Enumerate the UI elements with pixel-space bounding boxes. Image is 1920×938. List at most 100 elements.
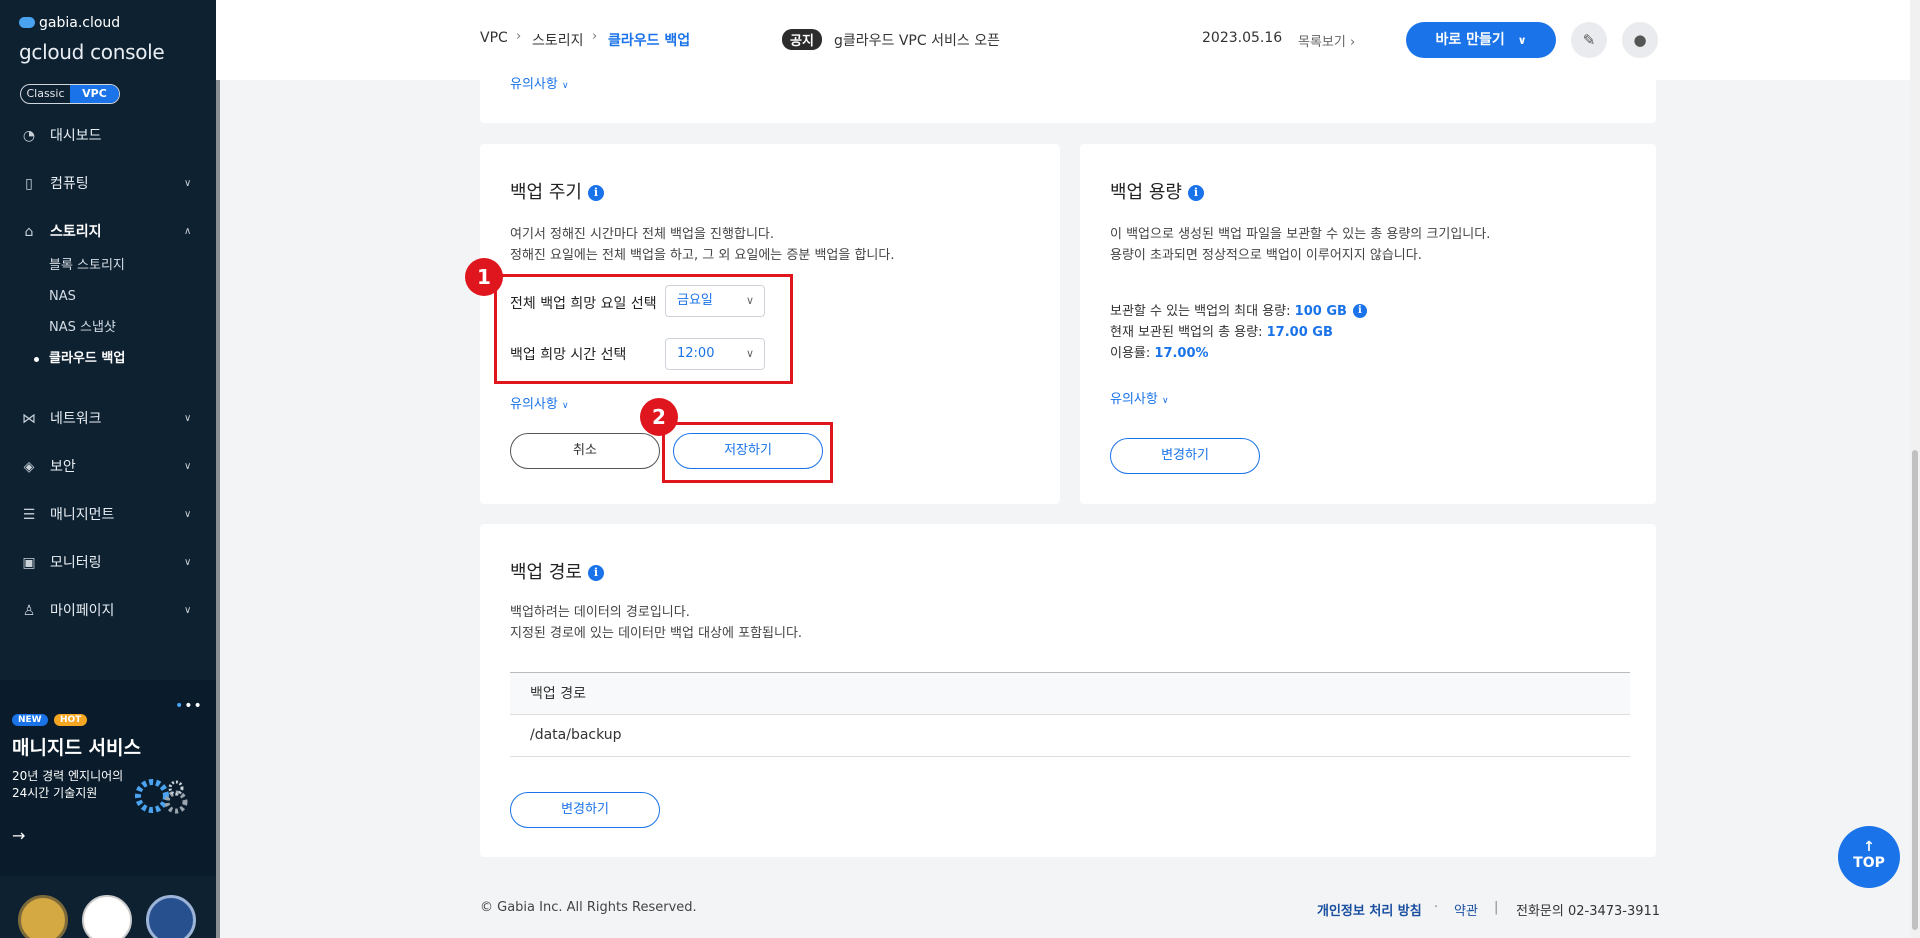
caution-label: 유의사항 <box>1110 392 1158 407</box>
hot-badge: HOT <box>54 714 88 726</box>
info-icon[interactable]: i <box>587 565 604 581</box>
arrow-up-icon: ↑ <box>1863 839 1875 855</box>
notice-badge: 공지 <box>782 29 822 50</box>
sidebar-sub-nas[interactable]: NAS <box>49 287 76 307</box>
change-capacity-button[interactable]: 변경하기 <box>1110 438 1260 474</box>
chevron-up-icon: ∧ <box>184 226 192 237</box>
backup-capacity-title: 백업 용량 i <box>1110 178 1204 204</box>
cloud-logo-icon <box>19 17 35 28</box>
top-button-label: TOP <box>1853 855 1885 871</box>
sidebar-item-label: 모니터링 <box>50 555 102 571</box>
backup-path-title: 백업 경로 i <box>510 558 604 584</box>
stat-label: 보관할 수 있는 백업의 최대 용량: <box>1110 304 1291 319</box>
mode-toggle[interactable]: Classic VPC <box>20 84 120 104</box>
chevron-right-icon: › <box>516 29 522 44</box>
backup-path-card: 백업 경로 i 백업하려는 데이터의 경로입니다. 지정된 경로에 있는 데이터만… <box>480 524 1656 857</box>
chevron-down-icon: ∨ <box>184 413 192 424</box>
backup-capacity-desc: 이 백업으로 생성된 백업 파일을 보관할 수 있는 총 용량의 크기입니다. … <box>1110 224 1490 266</box>
sidebar-item-label: 매니지먼트 <box>50 507 115 523</box>
copyright: © Gabia Inc. All Rights Reserved. <box>480 900 697 915</box>
brand-logo[interactable]: gabia.cloud <box>19 15 120 31</box>
gears-icon <box>135 779 188 814</box>
quick-create-label: 바로 만들기 <box>1435 32 1505 48</box>
backup-cycle-desc: 여기서 정해진 시간마다 전체 백업을 진행합니다. 정해진 요일에는 전체 백… <box>510 224 894 266</box>
console-title[interactable]: gcloud console <box>19 40 165 64</box>
highlight-box-selects <box>494 274 793 384</box>
promo-line: 20년 경력 엔지니어의 <box>12 769 124 783</box>
breadcrumb-storage[interactable]: 스토리지 <box>532 30 584 50</box>
chevron-down-icon: ∨ <box>184 509 192 520</box>
promo-text: 20년 경력 엔지니어의 24시간 기술지원 <box>12 768 132 802</box>
carousel-dots[interactable]: ••• <box>175 698 203 714</box>
used-capacity-stat: 현재 보관된 백업의 총 용량: 17.00 GB <box>1110 322 1333 343</box>
brand-name: gabia.cloud <box>39 15 121 31</box>
breadcrumb-vpc[interactable]: VPC <box>480 30 508 46</box>
stat-label: 현재 보관된 백업의 총 용량: <box>1110 325 1263 340</box>
caution-link[interactable]: 유의사항 ∨ <box>510 393 569 412</box>
scroll-thumb[interactable] <box>1912 450 1918 930</box>
notice-date: 2023.05.16 <box>1202 30 1283 46</box>
sidebar-sub-block-storage[interactable]: 블록 스토리지 <box>49 256 125 276</box>
quick-create-button[interactable]: 바로 만들기 ∨ <box>1406 22 1556 58</box>
notice-list-link[interactable]: 목록보기 › <box>1298 31 1355 50</box>
highlight-box-save <box>662 422 833 483</box>
promo-title: 매니지드 서비스 <box>12 737 141 759</box>
mode-classic[interactable]: Classic <box>21 85 70 103</box>
backup-cycle-title: 백업 주기 i <box>510 178 604 204</box>
caution-label: 유의사항 <box>510 397 558 412</box>
privacy-policy-link[interactable]: 개인정보 처리 방침 <box>1317 900 1422 919</box>
sidebar-item-label: 보안 <box>50 459 76 475</box>
info-icon[interactable]: i <box>1352 304 1367 318</box>
sidebar-item-computing[interactable]: ▯ 컴퓨팅 ∨ <box>0 171 216 197</box>
notice-link[interactable]: g클라우드 VPC 서비스 오픈 <box>834 30 1000 50</box>
caution-label: 유의사항 <box>510 77 558 92</box>
footer-dot-separator: · <box>1434 900 1439 915</box>
stat-value: 17.00% <box>1154 346 1209 361</box>
footer-bar-separator: | <box>1494 900 1499 915</box>
desc-line: 백업하려는 데이터의 경로입니다. <box>510 605 690 620</box>
max-capacity-stat: 보관할 수 있는 백업의 최대 용량: 100 GB i <box>1110 301 1367 322</box>
info-icon[interactable]: i <box>1187 185 1204 201</box>
cert-badge-icon <box>18 895 68 938</box>
info-icon[interactable]: i <box>587 185 604 201</box>
promo-line: 24시간 기술지원 <box>12 786 98 800</box>
chevron-down-icon: ∨ <box>184 605 192 616</box>
caution-link[interactable]: 유의사항 ∨ <box>510 73 569 92</box>
sidebar-item-mypage[interactable]: ♙ 마이페이지 ∨ <box>0 598 216 624</box>
sidebar-item-storage[interactable]: ⌂ 스토리지 ∧ <box>0 219 216 245</box>
chat-icon[interactable]: ✎ <box>1571 22 1607 58</box>
usage-rate-stat: 이용률: 17.00% <box>1110 343 1209 364</box>
user-profile-icon[interactable]: ● <box>1622 22 1658 58</box>
sidebar-sub-cloud-backup[interactable]: 클라우드 백업 <box>33 349 125 369</box>
cancel-button[interactable]: 취소 <box>510 433 660 469</box>
server-icon: ☰ <box>22 507 36 523</box>
sidebar-item-monitoring[interactable]: ▣ 모니터링 ∨ <box>0 550 216 576</box>
phone-contact: 전화문의 02-3473-3911 <box>1516 904 1661 919</box>
sidebar-item-label: 스토리지 <box>50 224 102 240</box>
sidebar-item-management[interactable]: ☰ 매니지먼트 ∨ <box>0 502 216 528</box>
backup-path-desc: 백업하려는 데이터의 경로입니다. 지정된 경로에 있는 데이터만 백업 대상에… <box>510 602 802 644</box>
user-icon: ♙ <box>22 603 36 619</box>
storage-icon: ⌂ <box>24 224 34 240</box>
sidebar-sub-nas-snapshot[interactable]: NAS 스냅샷 <box>49 318 116 338</box>
sidebar-item-security[interactable]: ◈ 보안 ∨ <box>0 454 216 480</box>
arrow-right-icon[interactable]: → <box>12 826 25 845</box>
mode-vpc[interactable]: VPC <box>70 85 119 103</box>
backup-capacity-card: 백업 용량 i 이 백업으로 생성된 백업 파일을 보관할 수 있는 총 용량의 … <box>1080 144 1656 504</box>
sidebar-item-dashboard[interactable]: ◔ 대시보드 <box>0 123 216 149</box>
table-header: 백업 경로 <box>510 672 1630 715</box>
chevron-down-icon: ∨ <box>561 81 569 91</box>
desc-line: 이 백업으로 생성된 백업 파일을 보관할 수 있는 총 용량의 크기입니다. <box>1110 227 1491 242</box>
step-marker-1: 1 <box>465 258 503 296</box>
sidebar-item-label: 컴퓨팅 <box>50 176 89 192</box>
main-content: VPC › 스토리지 › 클라우드 백업 공지 g클라우드 VPC 서비스 오픈… <box>216 0 1920 938</box>
table-row: /data/backup <box>510 715 1630 757</box>
previous-section-card: 유의사항 ∨ <box>480 66 1656 123</box>
sidebar-item-network[interactable]: ⋈ 네트워크 ∨ <box>0 406 216 432</box>
chevron-right-icon: › <box>1349 35 1356 50</box>
change-path-button[interactable]: 변경하기 <box>510 792 660 828</box>
terms-link[interactable]: 약관 <box>1454 900 1478 919</box>
scroll-to-top-button[interactable]: ↑ TOP <box>1838 826 1900 888</box>
caution-link[interactable]: 유의사항 ∨ <box>1110 388 1169 407</box>
sidebar: gabia.cloud gcloud console Classic VPC ◔… <box>0 0 216 938</box>
